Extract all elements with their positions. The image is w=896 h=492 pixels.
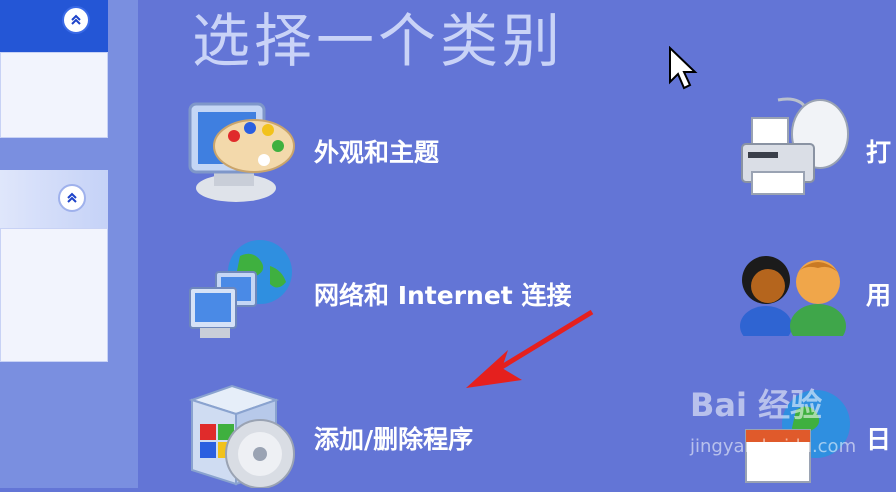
watermark-url: jingyan.baidu.com (690, 436, 857, 457)
watermark-brand: Bai 经验 (690, 386, 823, 424)
baidu-watermark: Bai 经验 jingyan.baidu.com (690, 380, 856, 457)
mouse-cursor-icon (668, 45, 698, 94)
